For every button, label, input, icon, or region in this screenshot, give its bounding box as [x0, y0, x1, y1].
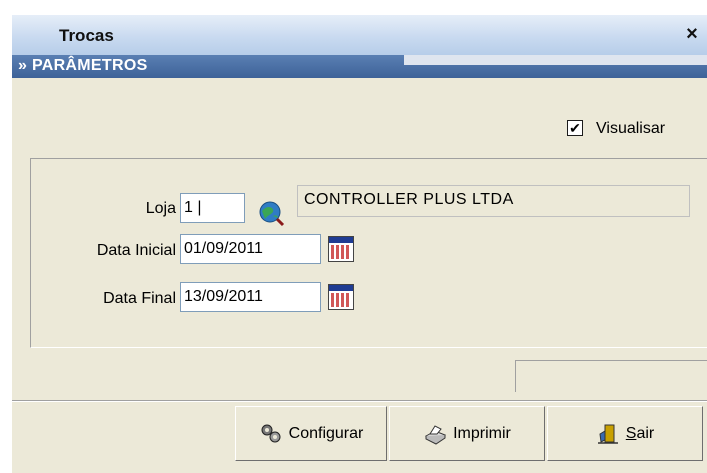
gears-icon [261, 424, 281, 442]
visualizar-checkbox[interactable]: ✔ [567, 120, 583, 136]
sair-mnemonic: S [625, 424, 637, 442]
section-title: » PARÂMETROS [18, 57, 148, 74]
close-button[interactable]: × [682, 23, 702, 45]
configurar-label: Configurar [288, 424, 364, 442]
section-header-tab [404, 55, 707, 65]
sair-button[interactable]: Sair [547, 406, 703, 461]
imprimir-button[interactable]: Imprimir [389, 406, 545, 461]
divider-highlight [12, 401, 707, 402]
data-final-input[interactable]: 13/09/2011 [180, 282, 321, 312]
title-bar: Trocas × [12, 15, 707, 55]
sair-label-rest: air [636, 424, 655, 442]
imprimir-label: Imprimir [453, 424, 511, 442]
search-globe-icon[interactable] [257, 199, 285, 227]
status-panel [515, 360, 707, 392]
data-final-calendar-icon[interactable] [328, 284, 354, 310]
data-inicial-calendar-icon[interactable] [328, 236, 354, 262]
configurar-button[interactable]: Configurar [235, 406, 387, 461]
data-final-label: Data Final [103, 290, 176, 307]
data-inicial-label: Data Inicial [96, 242, 176, 259]
sair-label: Sair [626, 425, 654, 443]
exit-door-icon [597, 424, 618, 444]
loja-description: CONTROLLER PLUS LTDA [297, 185, 690, 217]
printer-icon [425, 424, 447, 445]
data-inicial-input[interactable]: 01/09/2011 [180, 234, 321, 264]
loja-label: Loja [145, 200, 176, 217]
section-header: » PARÂMETROS [12, 55, 707, 78]
window-title: Trocas [59, 26, 114, 45]
loja-input[interactable]: 1 | [180, 193, 245, 223]
visualizar-label: Visualisar [596, 120, 666, 137]
